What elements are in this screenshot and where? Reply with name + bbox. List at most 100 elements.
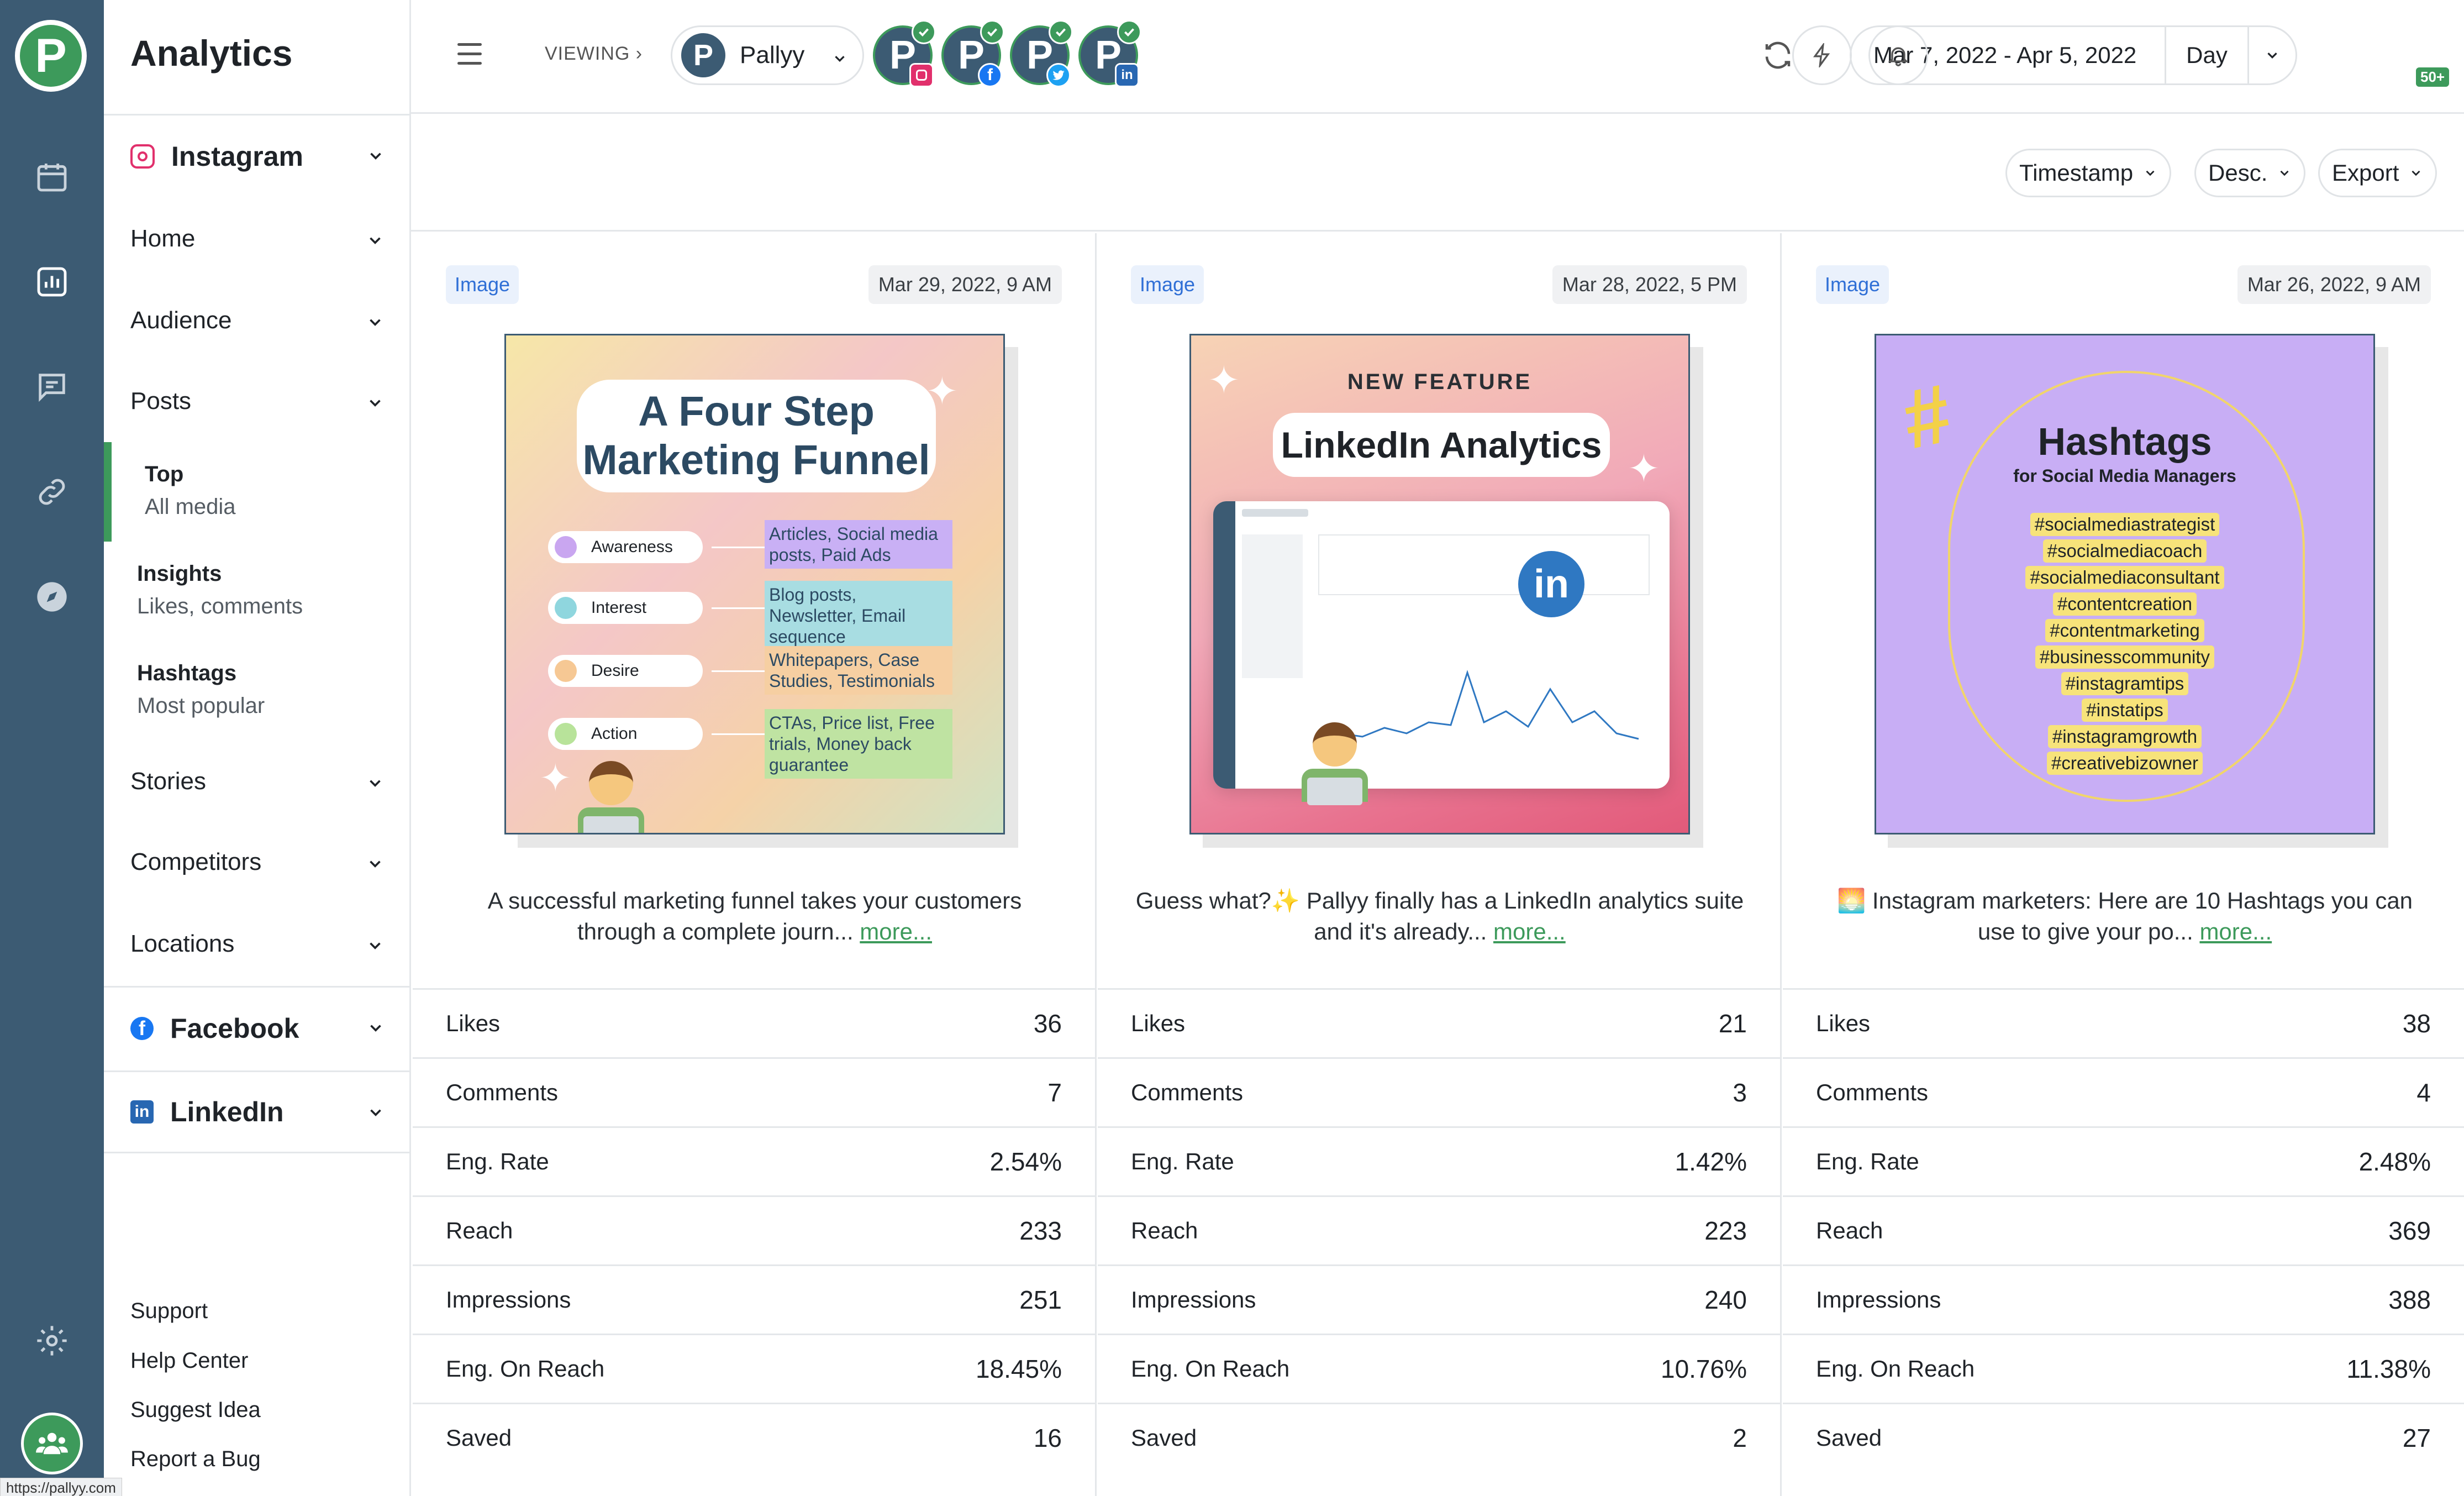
account-linkedin[interactable]: P in — [1078, 20, 1141, 87]
account-facebook[interactable]: P f — [941, 20, 1004, 87]
post-image[interactable]: ✦ NEW FEATURE LinkedIn Analytics ✦ in — [1189, 334, 1690, 834]
sidebar-subitem-top[interactable]: Top All media — [145, 462, 236, 519]
top-header: VIEWING › P Pallyy P P f P P in Mar 7, 2… — [411, 0, 2464, 114]
subitem-subtitle: All media — [145, 495, 236, 519]
metric-value: 2.54% — [989, 1147, 1062, 1176]
sidebar-network-instagram[interactable]: Instagram — [104, 114, 409, 197]
metric-row-eng-rate: Eng. Rate 2.54% — [413, 1126, 1095, 1195]
sidebar-item-label: Posts — [130, 387, 192, 414]
brand-selector[interactable]: P Pallyy — [671, 25, 864, 85]
funnel-stage-note: Articles, Social media posts, Paid Ads — [765, 520, 952, 569]
image-title: Hashtags — [2037, 420, 2212, 463]
sort-field-label: Timestamp — [2019, 160, 2134, 186]
more-link[interactable]: more... — [1493, 918, 1566, 944]
report-bug-link[interactable]: Report a Bug — [130, 1447, 261, 1472]
refresh-icon[interactable] — [1761, 39, 1794, 72]
team-icon[interactable] — [21, 1413, 83, 1474]
linkedin-label: LinkedIn — [170, 1096, 284, 1127]
funnel-stage: Action — [548, 718, 703, 750]
account-instagram[interactable]: P — [873, 20, 936, 87]
twitter-icon — [1046, 63, 1071, 87]
hashtag-chip: #businesscommunity — [2035, 645, 2215, 669]
arrow-icon — [712, 547, 767, 548]
metric-label: Comments — [446, 1079, 559, 1105]
support-link[interactable]: Support — [130, 1299, 208, 1324]
line-chart-illustration — [1318, 670, 1639, 740]
metric-label: Reach — [1816, 1217, 1883, 1243]
sort-order-label: Desc. — [2208, 160, 2268, 186]
sidebar-item-competitors[interactable]: Competitors — [130, 840, 385, 884]
metric-label: Impressions — [446, 1287, 571, 1313]
suggest-idea-link[interactable]: Suggest Idea — [130, 1398, 261, 1422]
chevron-down-icon — [2412, 170, 2420, 176]
metric-label: Eng. Rate — [1816, 1148, 1919, 1174]
hashtag-list: #socialmediastrategist #socialmediacoach… — [1876, 511, 2373, 776]
hashtag-chip: #socialmediaconsultant — [2025, 566, 2224, 589]
metric-value: 1.42% — [1675, 1147, 1747, 1176]
metric-label: Impressions — [1131, 1287, 1256, 1313]
sparkle-icon: ✦ — [539, 757, 572, 800]
sidebar-network-facebook[interactable]: f Facebook — [104, 986, 409, 1069]
metric-row-likes: Likes 21 — [1098, 988, 1780, 1057]
sidebar-subitem-hashtags[interactable]: Hashtags Most popular — [137, 661, 265, 718]
menu-icon[interactable] — [457, 43, 482, 65]
sidebar-item-stories[interactable]: Stories — [130, 759, 385, 804]
check-icon — [912, 20, 936, 44]
sidebar-item-posts[interactable]: Posts — [130, 379, 385, 423]
arrow-icon — [712, 607, 767, 609]
post-card[interactable]: Image Mar 26, 2022, 9 AM # Hashtags for … — [1783, 233, 2464, 1496]
image-subtitle: NEW FEATURE — [1347, 370, 1533, 394]
sort-order-dropdown[interactable]: Desc. — [2194, 149, 2306, 197]
metric-label: Impressions — [1816, 1287, 1941, 1313]
metric-value: 11.38% — [2346, 1355, 2431, 1383]
metric-label: Likes — [446, 1010, 501, 1036]
export-label: Export — [2332, 160, 2399, 186]
link-icon[interactable] — [32, 472, 72, 512]
metric-label: Likes — [1131, 1010, 1186, 1036]
post-caption: A successful marketing funnel takes your… — [487, 888, 1022, 944]
media-type-tag: Image — [1131, 265, 1204, 304]
metric-row-likes: Likes 36 — [413, 988, 1095, 1057]
brand-avatar: P — [681, 33, 725, 77]
analytics-sidebar: Analytics Instagram Home Audience Posts … — [104, 0, 411, 1496]
post-card[interactable]: Image Mar 29, 2022, 9 AM ✦ A Four Step M… — [413, 233, 1097, 1496]
more-link[interactable]: more... — [2199, 918, 2272, 944]
metric-value: 18.45% — [975, 1355, 1062, 1383]
instagram-icon — [909, 63, 934, 87]
sidebar-item-locations[interactable]: Locations — [130, 922, 385, 966]
sidebar-item-home[interactable]: Home — [130, 217, 385, 261]
more-link[interactable]: more... — [860, 918, 932, 944]
compass-icon[interactable] — [32, 577, 72, 617]
metric-label: Eng. Rate — [446, 1148, 549, 1174]
metric-row-eng-rate: Eng. Rate 2.48% — [1783, 1126, 2464, 1195]
person-illustration-icon — [1302, 722, 1368, 811]
active-indicator — [104, 442, 112, 542]
help-center-link[interactable]: Help Center — [130, 1348, 248, 1373]
calendar-icon[interactable] — [32, 157, 72, 197]
export-dropdown[interactable]: Export — [2318, 149, 2437, 197]
account-twitter[interactable]: P — [1010, 20, 1073, 87]
post-image[interactable]: ✦ A Four Step Marketing Funnel Awareness… — [504, 334, 1005, 834]
instagram-label: Instagram — [171, 140, 303, 172]
analytics-icon[interactable] — [32, 262, 72, 302]
sidebar-network-linkedin[interactable]: in LinkedIn — [104, 1070, 409, 1153]
brand-name: Pallyy — [740, 41, 805, 69]
sidebar-subitem-insights[interactable]: Insights Likes, comments — [137, 561, 303, 619]
metric-value: 2.48% — [2358, 1147, 2431, 1176]
granularity-value[interactable]: Day — [2166, 27, 2249, 83]
funnel-stage-note: Whitepapers, Case Studies, Testimonials — [765, 646, 952, 695]
settings-gear-icon[interactable] — [32, 1321, 72, 1361]
post-card[interactable]: Image Mar 28, 2022, 5 PM ✦ NEW FEATURE L… — [1098, 233, 1782, 1496]
post-timestamp: Mar 28, 2022, 5 PM — [1552, 265, 1747, 304]
sidebar-item-label: Locations — [130, 930, 235, 957]
granularity-dropdown[interactable] — [2249, 27, 2295, 83]
pallyy-logo[interactable]: P — [15, 20, 87, 92]
sort-field-dropdown[interactable]: Timestamp — [2005, 149, 2172, 197]
quick-actions-button[interactable] — [1792, 25, 1852, 85]
image-title: LinkedIn Analytics — [1273, 413, 1610, 477]
sidebar-item-audience[interactable]: Audience — [130, 298, 385, 343]
post-image[interactable]: # Hashtags for Social Media Managers #so… — [1875, 334, 2375, 834]
posts-toolbar: Timestamp Desc. Export — [411, 116, 2464, 232]
notifications-button[interactable] — [1868, 25, 1928, 85]
inbox-icon[interactable] — [32, 367, 72, 407]
